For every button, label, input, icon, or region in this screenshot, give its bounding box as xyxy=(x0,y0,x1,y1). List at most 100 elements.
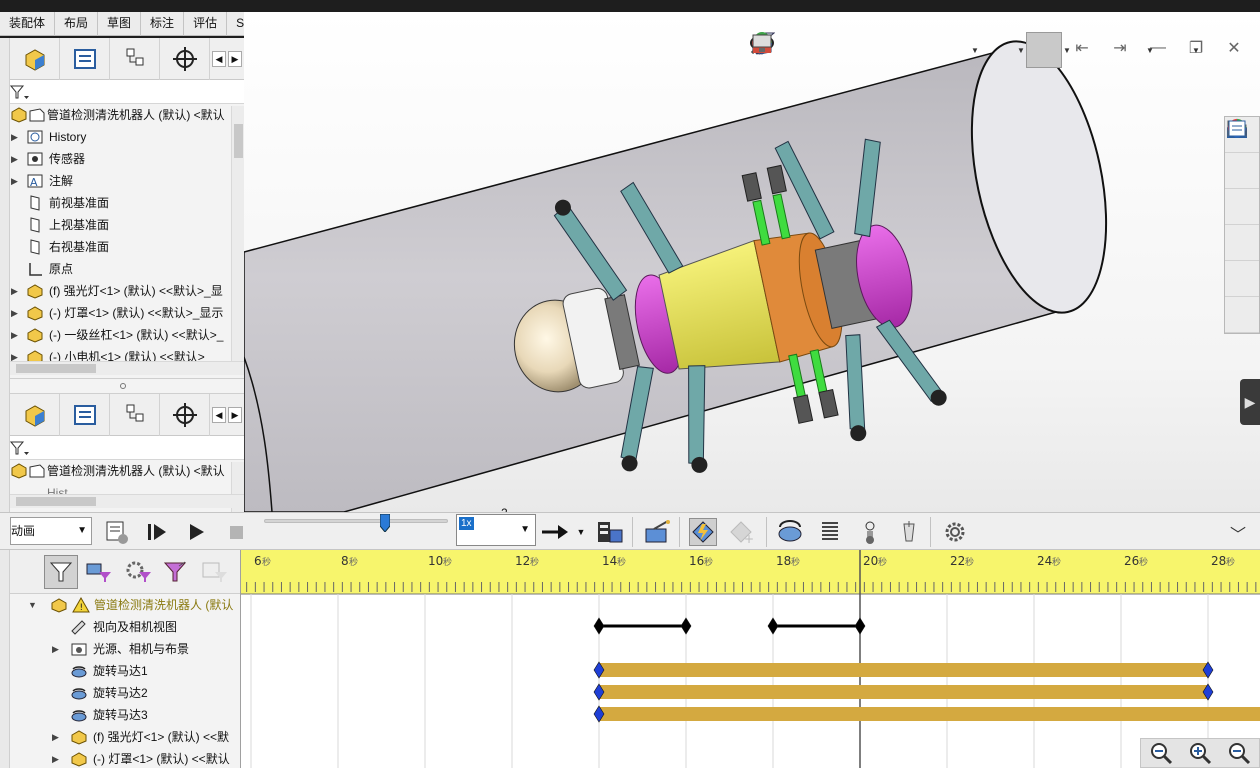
tree-item[interactable]: 原点 xyxy=(10,258,244,280)
command-tab[interactable]: 标注 xyxy=(141,12,185,36)
keyframe-marker[interactable] xyxy=(767,617,779,635)
tree-filter-row[interactable] xyxy=(10,436,244,460)
tile-right-icon[interactable]: ⇥ xyxy=(1108,36,1132,60)
tree-root-item[interactable]: 管道检测清洗机器人 (默认) <默认 xyxy=(10,460,244,482)
filter-results-icon[interactable] xyxy=(160,555,194,589)
expander-right-icon[interactable]: ▶ xyxy=(11,302,18,324)
tree-horizontal-scrollbar[interactable] xyxy=(10,361,244,375)
command-tab[interactable]: 评估 xyxy=(184,12,228,36)
stop-icon[interactable] xyxy=(222,518,250,546)
chevron-left-icon[interactable]: ◀ xyxy=(212,50,226,67)
playback-speed-select[interactable]: 1x ▼ xyxy=(456,514,536,546)
tree-item[interactable]: ▶ 传感器 xyxy=(10,148,244,170)
slider-thumb[interactable] xyxy=(380,514,390,532)
autokey-icon[interactable] xyxy=(689,518,717,546)
tree-item[interactable]: ▶ (-) 灯罩<1> (默认) <<默认>_显示 xyxy=(10,302,244,324)
tree-item[interactable]: 旋转马达2 xyxy=(10,682,240,704)
play-icon[interactable] xyxy=(182,518,210,546)
filter-plots-icon[interactable] xyxy=(198,555,232,589)
configuration-manager-tab-icon[interactable] xyxy=(110,38,160,80)
expander-right-icon[interactable]: ▶ xyxy=(52,748,59,768)
playback-speed-slider[interactable] xyxy=(264,519,448,523)
gravity-icon[interactable] xyxy=(895,518,923,546)
chevron-left-icon[interactable]: ◀ xyxy=(212,406,226,423)
expander-right-icon[interactable]: ▶ xyxy=(11,148,18,170)
play-from-start-icon[interactable] xyxy=(143,518,171,546)
filter-animated-icon[interactable] xyxy=(44,555,78,589)
animation-wizard-icon[interactable] xyxy=(644,518,672,546)
display-style-icon[interactable] xyxy=(753,32,1016,68)
tree-item[interactable]: 旋转马达1 xyxy=(10,660,240,682)
keyframe-marker[interactable] xyxy=(854,617,866,635)
timeline-ruler[interactable] xyxy=(241,550,1260,594)
custom-properties-icon[interactable] xyxy=(1225,120,1259,333)
tree-item[interactable]: ▶ (f) 强光灯<1> (默认) <<默认>_显 xyxy=(10,280,244,302)
appearances-icon[interactable] xyxy=(1225,119,1259,297)
study-type-select[interactable]: 动画 ▼ xyxy=(10,517,92,545)
tree-item[interactable]: 前视基准面 xyxy=(10,192,244,214)
pipe-robot-model[interactable] xyxy=(244,12,1260,512)
feature-manager-tab-icon[interactable] xyxy=(10,394,60,436)
contact-icon[interactable] xyxy=(856,518,884,546)
tree-horizontal-scrollbar[interactable] xyxy=(10,494,244,508)
chevron-down-icon[interactable]: ▼ xyxy=(1017,46,1026,55)
spring-icon[interactable] xyxy=(816,518,844,546)
timeline-canvas[interactable]: 6 秒 8 秒 10 秒 12 秒 14 秒 16 秒 18 秒 20 秒 22 秒 24 秒 26 秒 28 秒 xyxy=(241,550,1260,768)
chevron-down-icon[interactable]: ▼ xyxy=(573,518,589,546)
dynamic-annotation-icon[interactable]: A xyxy=(753,32,933,68)
zoom-to-fit-icon[interactable] xyxy=(1149,741,1173,765)
dimxpert-manager-tab-icon[interactable] xyxy=(160,38,210,80)
motor-timeline-bar[interactable] xyxy=(599,685,1208,699)
zoom-out-icon[interactable] xyxy=(1227,741,1251,765)
tree-item[interactable]: 右视基准面 xyxy=(10,236,244,258)
tree-item[interactable]: ▶ 光源、相机与布景 xyxy=(10,638,240,660)
tree-item[interactable]: ▶ History xyxy=(10,126,244,148)
previous-view-icon[interactable] xyxy=(752,32,859,68)
tile-left-icon[interactable]: ⇤ xyxy=(1070,36,1094,60)
filter-selected-icon[interactable] xyxy=(122,555,156,589)
add-key-icon[interactable]: + xyxy=(728,518,756,546)
view-palette-icon[interactable] xyxy=(1225,120,1259,261)
keyframe-marker[interactable] xyxy=(680,617,692,635)
zoom-in-icon[interactable] xyxy=(1188,741,1212,765)
tree-item[interactable]: 上视基准面 xyxy=(10,214,244,236)
timeline-panel[interactable]: 6 秒 8 秒 10 秒 12 秒 14 秒 16 秒 18 秒 20 秒 22 秒 24 秒 26 秒 28 秒 xyxy=(240,550,1260,768)
motion-study-properties-icon[interactable] xyxy=(941,518,969,546)
chevron-right-icon[interactable]: ▶ xyxy=(228,406,242,423)
expand-pane-icon[interactable]: ▶ xyxy=(1240,379,1260,425)
tree-item[interactable]: ▶ (-) 灯罩<1> (默认) <<默认 xyxy=(10,748,240,768)
chevron-right-icon[interactable]: ▶ xyxy=(228,50,242,67)
motion-tree-root[interactable]: ▼! 管道检测清洗机器人 (默认 xyxy=(10,594,240,616)
file-explorer-icon[interactable] xyxy=(1225,122,1259,225)
playback-mode-icon[interactable] xyxy=(540,518,568,546)
property-manager-tab-icon[interactable] xyxy=(60,394,110,436)
expander-right-icon[interactable]: ▶ xyxy=(11,324,18,346)
command-tab[interactable]: 草图 xyxy=(98,12,142,36)
tree-root-item[interactable]: 管道检测清洗机器人 (默认) <默认 xyxy=(10,104,244,126)
expander-down-icon[interactable]: ▼ xyxy=(28,594,37,616)
configuration-manager-tab-icon[interactable] xyxy=(110,394,160,436)
dimxpert-manager-tab-icon[interactable] xyxy=(160,394,210,436)
restore-icon[interactable]: ❐ xyxy=(1184,36,1208,60)
filter-icon[interactable] xyxy=(10,439,32,457)
expander-right-icon[interactable]: ▶ xyxy=(11,170,18,192)
expander-right-icon[interactable]: ▶ xyxy=(52,726,59,748)
expander-right-icon[interactable]: ▶ xyxy=(52,638,59,660)
section-view-icon[interactable] xyxy=(752,32,896,68)
filter-icon[interactable] xyxy=(10,83,32,101)
hide-show-items-icon[interactable] xyxy=(750,32,1062,68)
tree-vertical-scrollbar[interactable] xyxy=(231,106,244,364)
rotary-motor-icon[interactable] xyxy=(776,518,804,546)
zoom-to-area-icon[interactable] xyxy=(750,32,822,68)
motor-timeline-bar[interactable] xyxy=(599,707,1260,721)
tree-filter-row[interactable] xyxy=(10,80,244,104)
command-tab[interactable]: 装配体 xyxy=(0,12,56,36)
tree-item[interactable]: ▶ (f) 强光灯<1> (默认) <<默 xyxy=(10,726,240,748)
command-tab[interactable]: 布局 xyxy=(55,12,99,36)
panel-splitter[interactable] xyxy=(10,378,244,394)
close-icon[interactable]: ✕ xyxy=(1222,36,1246,60)
filter-driving-icon[interactable] xyxy=(82,555,116,589)
property-manager-tab-icon[interactable] xyxy=(60,38,110,80)
calculate-icon[interactable] xyxy=(103,518,131,546)
view-orientation-icon[interactable] xyxy=(753,32,970,68)
